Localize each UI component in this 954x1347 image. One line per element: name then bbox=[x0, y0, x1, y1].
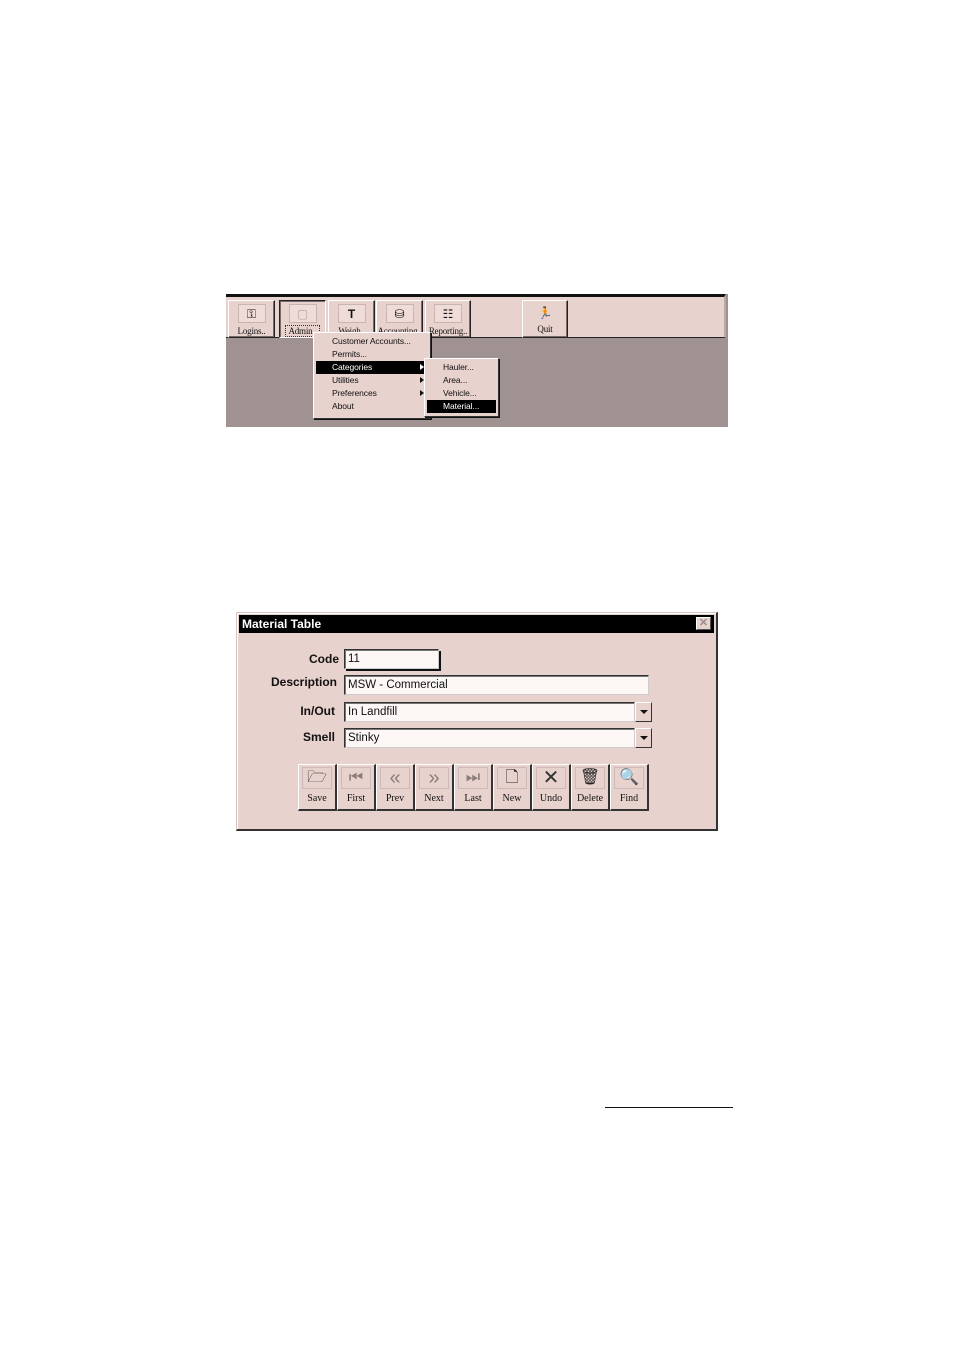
code-label: Code bbox=[309, 652, 339, 666]
first-record-icon: ⏮ bbox=[341, 767, 371, 789]
undo-button[interactable]: ✕ Undo bbox=[532, 764, 571, 811]
find-button[interactable]: 🔍 Find bbox=[610, 764, 649, 811]
delete-label: Delete bbox=[576, 793, 604, 804]
menu-item-customer-accounts[interactable]: Customer Accounts... bbox=[316, 335, 428, 348]
description-value: MSW - Commercial bbox=[348, 679, 448, 691]
in-out-label: In/Out bbox=[300, 704, 335, 718]
new-document-icon: 🗋 bbox=[497, 767, 527, 789]
smell-label: Smell bbox=[302, 730, 335, 744]
exit-running-man-icon: 🏃 bbox=[537, 305, 553, 320]
record-navigation-toolbar: 🗁 Save ⏮ First « Prev » Next ⏭ Last 🗋 Ne… bbox=[298, 764, 649, 812]
first-button[interactable]: ⏮ First bbox=[337, 764, 376, 811]
previous-record-icon: « bbox=[380, 767, 410, 789]
chevron-down-icon bbox=[639, 736, 648, 740]
smell-value: Stinky bbox=[348, 732, 380, 744]
save-label: Save bbox=[307, 793, 327, 804]
menu-item-label: Customer Accounts... bbox=[332, 336, 411, 346]
trash-icon: 🗑 bbox=[575, 767, 605, 789]
in-out-value: In Landfill bbox=[348, 706, 398, 718]
code-value: 11 bbox=[348, 653, 360, 665]
menu-item-label: Material... bbox=[443, 401, 480, 411]
in-out-select[interactable]: In Landfill bbox=[344, 702, 652, 722]
menu-item-about[interactable]: About bbox=[316, 400, 428, 413]
delete-button[interactable]: 🗑 Delete bbox=[571, 764, 610, 811]
reporting-label: Reporting.. bbox=[428, 326, 468, 336]
quit-label: Quit bbox=[537, 324, 553, 334]
app-screenshot: ⚿ Logins.. ▢ Admin.. T Weigh.. ⛁ Account… bbox=[226, 294, 728, 427]
main-toolbar: ⚿ Logins.. ▢ Admin.. T Weigh.. ⛁ Account… bbox=[226, 294, 726, 338]
new-label: New bbox=[502, 793, 522, 804]
find-label: Find bbox=[619, 793, 639, 804]
logins-label: Logins.. bbox=[237, 326, 266, 336]
dialog-title-bar[interactable]: Material Table ✕ bbox=[239, 615, 714, 633]
menu-item-label: Hauler... bbox=[443, 362, 474, 372]
reporting-button[interactable]: ☷ Reporting.. bbox=[425, 300, 471, 338]
chevron-down-icon bbox=[639, 710, 648, 714]
menu-item-utilities[interactable]: Utilities bbox=[316, 374, 428, 387]
save-open-folder-icon: 🗁 bbox=[302, 767, 332, 789]
close-icon: ✕ bbox=[698, 617, 709, 629]
admin-dropdown-menu: Customer Accounts... Permits... Categori… bbox=[313, 332, 431, 419]
submenu-item-area[interactable]: Area... bbox=[427, 374, 496, 387]
prev-label: Prev bbox=[385, 793, 405, 804]
menu-item-label: Permits... bbox=[332, 349, 367, 359]
code-input[interactable]: 11 bbox=[344, 649, 439, 669]
magnifier-icon: 🔍 bbox=[614, 767, 644, 789]
next-label: Next bbox=[424, 793, 444, 804]
in-out-dropdown-button[interactable] bbox=[635, 702, 652, 722]
last-label: Last bbox=[464, 793, 482, 804]
folder-icon: ▢ bbox=[288, 304, 317, 323]
menu-item-label: Preferences bbox=[332, 388, 377, 398]
close-button[interactable]: ✕ bbox=[696, 617, 711, 630]
dialog-title: Material Table bbox=[242, 617, 322, 631]
submenu-item-vehicle[interactable]: Vehicle... bbox=[427, 387, 496, 400]
menu-item-categories[interactable]: Categories bbox=[316, 361, 428, 374]
submenu-item-hauler[interactable]: Hauler... bbox=[427, 361, 496, 374]
menu-item-preferences[interactable]: Preferences bbox=[316, 387, 428, 400]
menu-item-label: Area... bbox=[443, 375, 468, 385]
undo-label: Undo bbox=[539, 793, 563, 804]
menu-item-label: About bbox=[332, 401, 354, 411]
undo-x-icon: ✕ bbox=[536, 767, 566, 789]
save-button[interactable]: 🗁 Save bbox=[298, 764, 337, 811]
coins-icon: ⛁ bbox=[385, 304, 414, 323]
material-table-dialog: Material Table ✕ Code 11 Description MSW… bbox=[236, 612, 718, 831]
scale-icon: T bbox=[337, 304, 366, 323]
logins-button[interactable]: ⚿ Logins.. bbox=[228, 300, 275, 338]
report-icon: ☷ bbox=[434, 304, 462, 323]
next-record-icon: » bbox=[419, 767, 449, 789]
next-button[interactable]: » Next bbox=[415, 764, 454, 811]
description-input[interactable]: MSW - Commercial bbox=[344, 675, 649, 695]
new-button[interactable]: 🗋 New bbox=[493, 764, 532, 811]
quit-button[interactable]: 🏃 Quit bbox=[522, 300, 568, 338]
key-icon: ⚿ bbox=[237, 304, 266, 323]
smell-select[interactable]: Stinky bbox=[344, 728, 652, 748]
categories-submenu: Hauler... Area... Vehicle... Material... bbox=[424, 358, 499, 417]
description-label: Description bbox=[270, 675, 337, 689]
submenu-item-material[interactable]: Material... bbox=[427, 400, 496, 413]
last-button[interactable]: ⏭ Last bbox=[454, 764, 493, 811]
prev-button[interactable]: « Prev bbox=[376, 764, 415, 811]
menu-item-label: Vehicle... bbox=[443, 388, 477, 398]
horizontal-rule bbox=[605, 1107, 733, 1108]
smell-dropdown-button[interactable] bbox=[635, 728, 652, 748]
last-record-icon: ⏭ bbox=[458, 767, 488, 789]
first-label: First bbox=[346, 793, 366, 804]
menu-item-permits[interactable]: Permits... bbox=[316, 348, 428, 361]
menu-item-label: Utilities bbox=[332, 375, 359, 385]
menu-item-label: Categories bbox=[332, 362, 373, 372]
